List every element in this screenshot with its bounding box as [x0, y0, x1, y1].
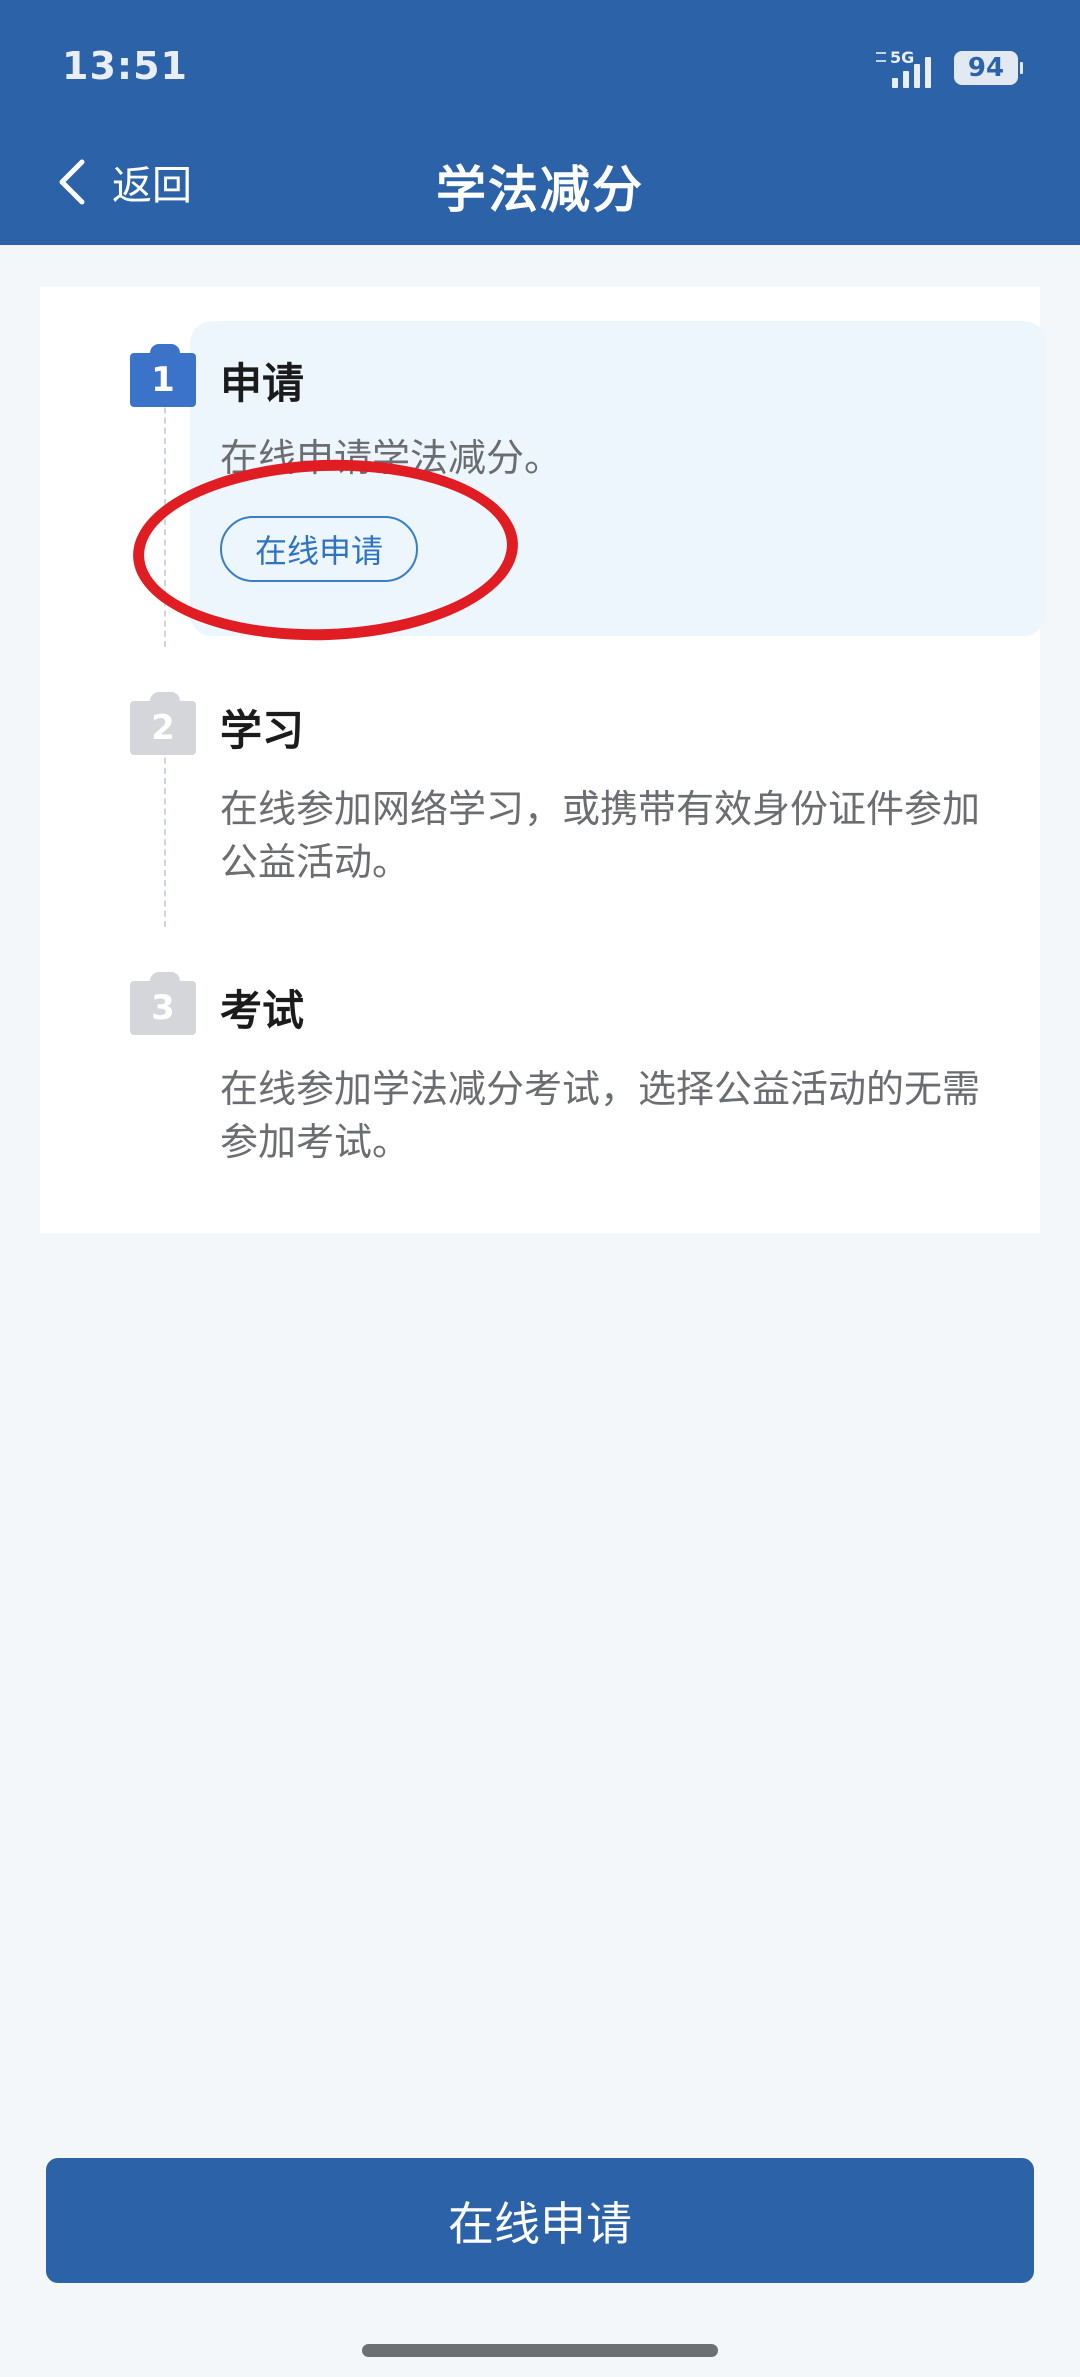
step-badge-3: 3 [130, 972, 196, 1035]
page-title: 学法减分 [436, 161, 644, 219]
step-badge-1: 1 [130, 344, 196, 407]
battery-icon: 94 [954, 51, 1023, 85]
step-desc-2: 在线参加网络学习，或携带有效身份证件参加公益活动。 [220, 787, 981, 884]
step-title-2: 学习 [220, 706, 305, 755]
signal-icon: 5G [876, 46, 940, 90]
app-header: 13:51 5G 94 返回 学法减分 [0, 0, 1080, 245]
step-title-1: 申请 [220, 359, 305, 408]
step-title-3: 考试 [220, 986, 305, 1035]
apply-online-button[interactable]: 在线申请 [46, 2158, 1034, 2283]
status-time: 13:51 [62, 44, 188, 88]
status-icons: 5G 94 [876, 46, 1023, 90]
home-indicator[interactable] [362, 2344, 718, 2357]
step-desc-3: 在线参加学法减分考试，选择公益活动的无需参加考试。 [220, 1067, 981, 1164]
step-badge-2: 2 [130, 692, 196, 755]
steps-card: 1 申请 在线申请学法减分。 在线申请 2 学习 在线参加网络学习，或携带有效身… [40, 287, 1046, 1233]
step-connector [164, 727, 166, 927]
network-type: 5G [890, 48, 915, 67]
